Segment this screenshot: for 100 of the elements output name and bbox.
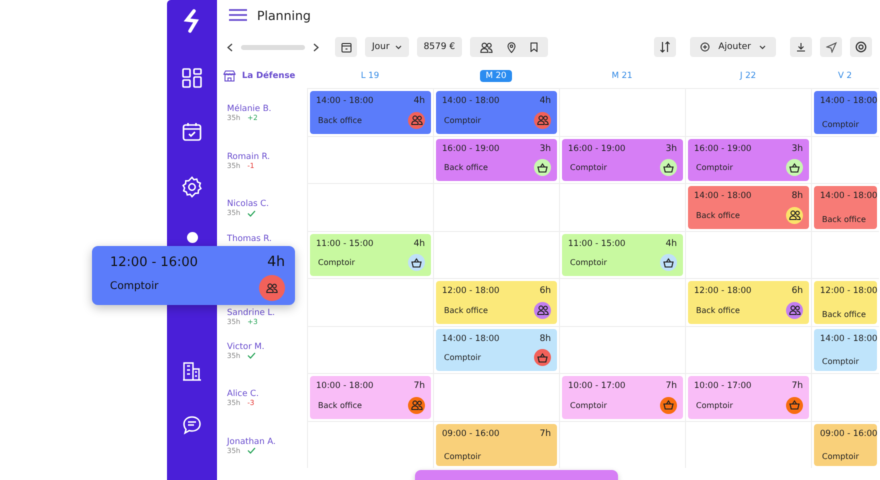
add-dropdown[interactable]: Ajouter	[690, 37, 776, 57]
chevron-right-icon[interactable]	[313, 42, 319, 52]
people-icon	[410, 115, 422, 125]
shift-duration: 7h	[792, 381, 803, 391]
shift-duration: 8h	[792, 191, 803, 201]
shift-time: 12:00 - 18:00	[820, 286, 878, 296]
people-icon	[410, 400, 422, 410]
basket-icon	[537, 162, 548, 172]
grid-cell[interactable]	[307, 136, 433, 183]
employee-name[interactable]: Nicolas C.	[227, 199, 307, 210]
shift-duration: 4h	[666, 238, 677, 248]
shift-label: Back office	[317, 400, 362, 410]
shift-duration: 4h	[414, 96, 425, 106]
location-pin-icon[interactable]	[507, 42, 516, 52]
basket-icon	[663, 400, 674, 410]
basket-icon	[537, 352, 548, 362]
shift-label: Comptoir	[695, 163, 733, 172]
floating-shift-card[interactable]: 12:00 - 16:00 4h Comptoir	[92, 246, 295, 305]
settings-button[interactable]	[850, 37, 872, 57]
employee-name[interactable]: Mélanie B.	[227, 104, 307, 114]
settings-icon[interactable]	[181, 176, 203, 198]
grid-cell[interactable]	[811, 230, 879, 278]
people-icon	[788, 210, 800, 220]
employee-name[interactable]: Jonathan A.	[227, 436, 307, 447]
shift-duration: 4h	[540, 96, 551, 106]
shift-time: 16:00 - 19:00	[442, 144, 500, 154]
employee-name[interactable]: Alice C.	[227, 389, 307, 400]
shift-time: 11:00 - 15:00	[568, 238, 626, 248]
shift-label: Comptoir	[821, 452, 859, 461]
employee-name[interactable]: Sandrine L.	[227, 308, 307, 318]
grid-cell[interactable]	[559, 420, 685, 468]
calendar-icon[interactable]	[182, 122, 202, 142]
grid-cell[interactable]	[685, 230, 811, 278]
scroll-track[interactable]	[241, 44, 305, 50]
send-icon	[826, 42, 836, 52]
employee-name[interactable]: Thomas R.	[227, 234, 307, 244]
shift-time: 14:00 - 18:00	[820, 96, 878, 106]
shift-label: Comptoir	[110, 280, 158, 292]
shift-label: Comptoir	[569, 258, 607, 267]
dot-icon[interactable]	[186, 232, 198, 243]
menu-icon[interactable]	[229, 9, 247, 21]
dashboard-icon[interactable]	[182, 68, 202, 88]
basket-icon	[789, 400, 800, 410]
grid-cell[interactable]	[685, 420, 811, 468]
shift-time: 11:00 - 15:00	[316, 238, 374, 248]
calendar-icon	[340, 42, 352, 52]
shift-label: Comptoir	[695, 400, 733, 410]
grid-cell[interactable]	[685, 326, 811, 373]
view-dropdown[interactable]: Jour	[365, 37, 409, 57]
shift-time: 10:00 - 17:00	[694, 381, 752, 391]
sort-button[interactable]	[654, 37, 676, 57]
shift-time: 12:00 - 18:00	[694, 286, 752, 296]
employee-name[interactable]: Victor M.	[227, 342, 307, 352]
day-tab[interactable]: M 21	[606, 70, 638, 82]
shift-time: 16:00 - 19:00	[568, 144, 626, 154]
shift-duration: 7h	[540, 428, 551, 438]
day-tab[interactable]: J 22	[734, 70, 762, 82]
employee-name[interactable]: Romain R.	[227, 152, 307, 162]
basket-icon	[789, 162, 800, 172]
shift-duration: 3h	[792, 144, 803, 154]
basket-icon	[663, 162, 674, 172]
shift-label: Back office	[695, 210, 740, 220]
shift-time: 10:00 - 18:00	[316, 381, 374, 391]
plus-circle-icon	[700, 42, 710, 52]
grid-cell[interactable]	[811, 136, 879, 183]
chevron-left-icon[interactable]	[227, 42, 233, 52]
shift-label: Back office	[821, 214, 866, 224]
people-icon[interactable]	[480, 42, 494, 52]
shift-label: Comptoir	[443, 353, 481, 362]
logo-icon[interactable]	[182, 8, 202, 34]
shift-time: 12:00 - 18:00	[442, 286, 500, 296]
store-icon	[223, 70, 236, 82]
shift-duration: 4h	[267, 254, 285, 270]
download-button[interactable]	[790, 37, 812, 57]
shift-duration: 6h	[792, 286, 803, 296]
shift-time: 10:00 - 17:00	[568, 381, 626, 391]
day-tab[interactable]: M 20	[480, 70, 512, 82]
shift-label: Comptoir	[821, 357, 859, 366]
shift-time: 09:00 - 16:00	[442, 428, 500, 438]
grid-cell[interactable]	[307, 420, 433, 468]
shift-time: 14:00 - 18:00	[442, 334, 500, 344]
shift-label: Comptoir	[443, 116, 481, 124]
calendar-button[interactable]	[335, 37, 357, 57]
shift-duration: 6h	[540, 286, 551, 296]
shift-duration: 7h	[414, 381, 425, 391]
shift-label: Back office	[443, 163, 488, 172]
building-icon[interactable]	[182, 361, 202, 381]
download-icon	[796, 42, 806, 52]
shift-label: Back office	[821, 310, 866, 318]
caret-icon	[759, 44, 766, 50]
chat-icon[interactable]	[182, 415, 202, 435]
shift-duration: 3h	[666, 144, 677, 154]
send-button[interactable]	[820, 37, 842, 57]
day-tab[interactable]: L 19	[354, 70, 386, 82]
shift-duration: 7h	[666, 381, 677, 391]
shift-duration: 4h	[414, 238, 425, 248]
bookmark-icon[interactable]	[530, 42, 538, 52]
shift-time: 14:00 - 18:00	[694, 191, 752, 201]
day-tab[interactable]: V 2	[832, 70, 858, 82]
shift-time: 14:00 - 18:00	[820, 191, 878, 201]
